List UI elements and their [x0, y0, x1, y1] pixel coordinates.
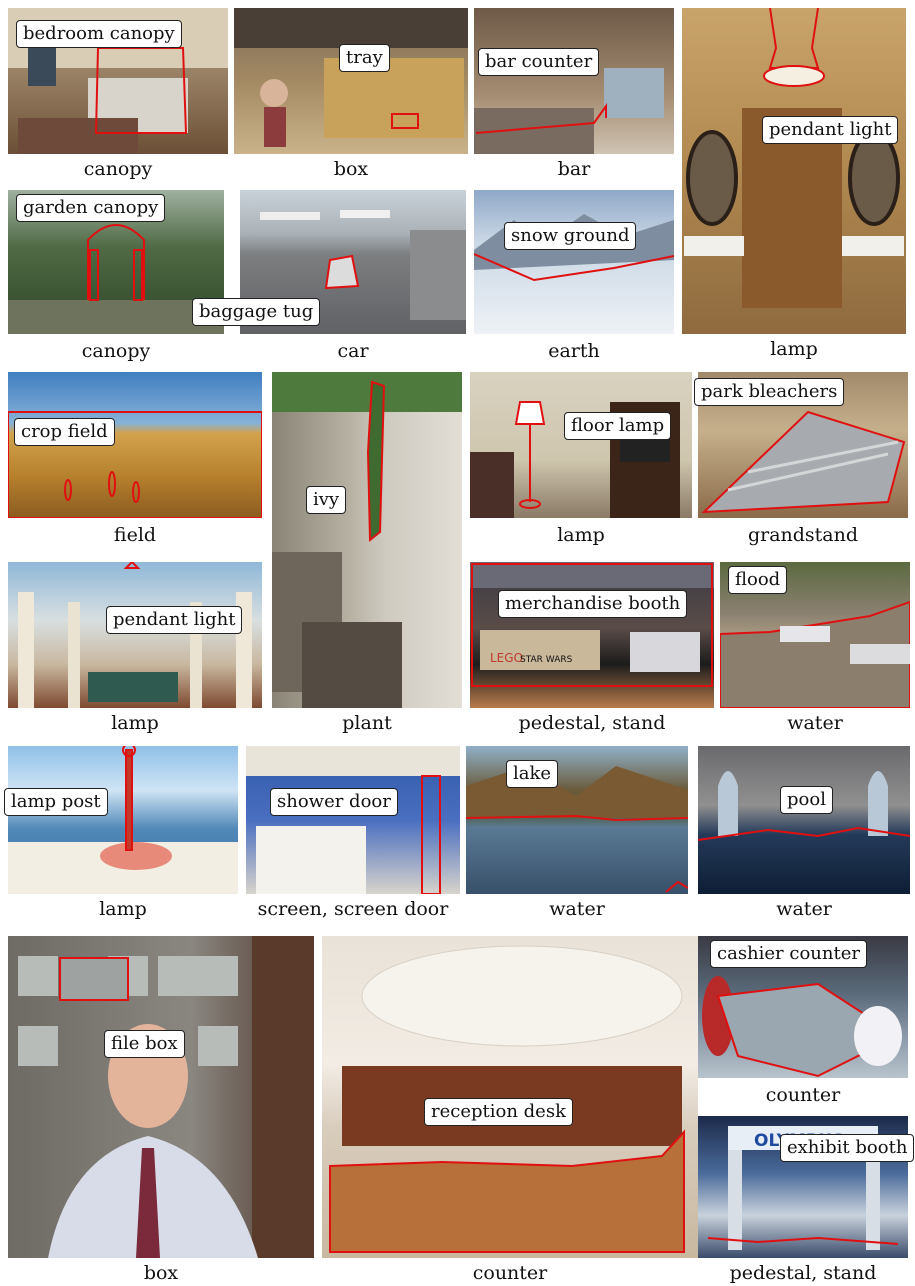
callout-label: cashier counter	[710, 940, 867, 968]
callout-label: pendant light	[106, 606, 243, 634]
callout-label: file box	[104, 1030, 185, 1058]
callout-label: baggage tug	[192, 298, 321, 326]
caption: water	[787, 712, 843, 734]
caption: lamp	[111, 712, 159, 734]
callout-label: lake	[506, 760, 559, 788]
photo-atrium	[8, 562, 262, 708]
callout-label: lamp post	[4, 788, 108, 816]
photo-office	[8, 936, 314, 1258]
caption: pedestal, stand	[518, 712, 666, 734]
caption: screen, screen door	[257, 898, 449, 920]
photo-bathroom	[682, 8, 906, 334]
caption: box	[143, 1262, 179, 1284]
caption: plant	[342, 712, 392, 734]
photo-booth: LEGO STAR WARS	[470, 562, 714, 708]
photo-snow	[474, 190, 674, 334]
callout-label: merchandise booth	[498, 590, 688, 618]
callout-label: garden canopy	[16, 194, 166, 222]
callout-label: park bleachers	[694, 378, 845, 406]
lego-text: LEGO	[490, 651, 523, 665]
caption: box	[333, 158, 369, 180]
callout-label: crop field	[14, 418, 115, 446]
caption: water	[776, 898, 832, 920]
caption: counter	[472, 1262, 548, 1284]
callout-label: shower door	[270, 788, 398, 816]
caption: lamp	[99, 898, 147, 920]
caption: car	[337, 340, 369, 362]
caption: water	[549, 898, 605, 920]
callout-label: ivy	[306, 486, 347, 514]
caption: counter	[765, 1084, 841, 1106]
callout-label: reception desk	[424, 1098, 573, 1126]
caption: pedestal, stand	[729, 1262, 877, 1284]
callout-label: pendant light	[762, 116, 899, 144]
photo-room	[470, 372, 692, 518]
caption: field	[113, 524, 157, 546]
starwars-text: STAR WARS	[520, 655, 573, 665]
callout-label: pool	[780, 786, 833, 814]
photo-lobby	[322, 936, 698, 1258]
callout-label: exhibit booth	[780, 1134, 915, 1162]
callout-label: bar counter	[478, 48, 600, 76]
caption: earth	[548, 340, 600, 362]
photo-bathroom2	[246, 746, 460, 894]
photo-pool	[698, 746, 910, 894]
caption: lamp	[557, 524, 605, 546]
caption: bar	[557, 158, 591, 180]
callout-label: flood	[728, 566, 788, 594]
callout-label: bedroom canopy	[16, 20, 182, 48]
caption: canopy	[83, 158, 153, 180]
photo-alley	[272, 372, 462, 708]
photo-bar	[474, 8, 674, 154]
caption: canopy	[81, 340, 151, 362]
caption: lamp	[770, 338, 818, 360]
callout-label: tray	[339, 44, 390, 72]
photo-terrace	[8, 746, 238, 894]
caption: grandstand	[747, 524, 859, 546]
callout-label: floor lamp	[564, 412, 672, 440]
callout-label: snow ground	[504, 222, 637, 250]
photo-lake	[466, 746, 688, 894]
photo-market	[234, 8, 468, 154]
